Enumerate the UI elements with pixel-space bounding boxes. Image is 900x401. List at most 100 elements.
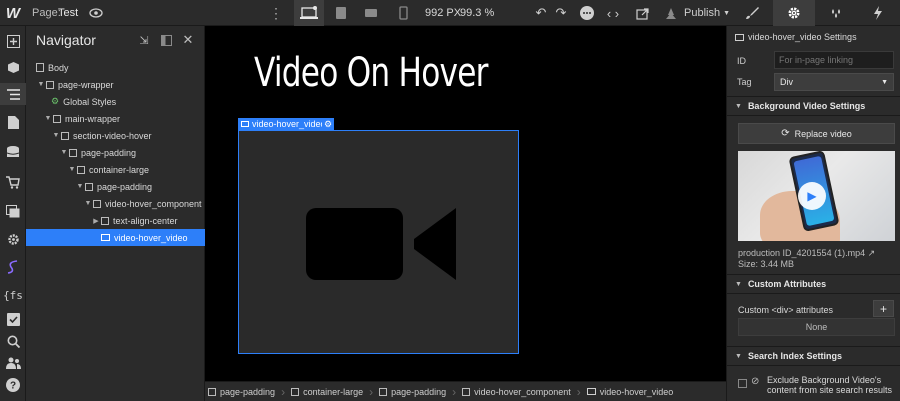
section-header-search-index[interactable]: ▼ Search Index Settings [727,346,900,366]
tree-item-section-video-hover[interactable]: ▼ section-video-hover [26,127,205,144]
global-styles-icon: ⚙ [51,96,60,106]
section-header-label: Custom Attributes [747,279,827,289]
breadcrumb-item[interactable]: video-hover_component [462,382,577,401]
tree-item-label: text-align-center [113,215,178,226]
background-video-icon [586,388,596,395]
background-video-icon [735,33,744,41]
custom-attributes-label: Custom <div> attributes [738,305,834,315]
add-attribute-button[interactable]: + [873,300,894,317]
caret-down-icon[interactable]: ▼ [83,200,93,207]
tree-item-global-styles[interactable]: ⚙ Global Styles [26,93,205,110]
tree-item-page-wrapper[interactable]: ▼ page-wrapper [26,76,205,93]
section-header-background-video[interactable]: ▼ Background Video Settings [727,96,900,116]
tree-item-page-padding[interactable]: ▼ page-padding [26,144,205,161]
breadcrumb-label: video-hover_component [474,386,571,397]
close-icon[interactable]: ✕ [180,32,196,48]
breadcrumb-separator-icon: › [369,384,374,399]
tree-item-label: video-hover_component [105,198,202,209]
breakpoint-landscape-icon[interactable] [356,0,386,26]
settings-gear-icon[interactable] [0,228,26,250]
caret-down-icon[interactable]: ▼ [36,81,46,88]
tag-select[interactable]: Div ▼ [774,73,894,91]
export-icon[interactable] [632,0,654,26]
code-icon[interactable]: ‹ › [602,0,624,26]
undo-icon[interactable]: ↶ [530,0,552,26]
chevron-down-icon: ▼ [723,9,731,17]
selected-element-tag[interactable]: video-hover_video [238,118,329,130]
help-icon[interactable]: ? [0,374,26,396]
search-icon[interactable] [0,330,26,352]
redo-icon[interactable]: ↷ [550,0,572,26]
settings-gear-icon[interactable] [773,0,815,26]
tree-item-label: Body [48,62,69,73]
dock-panel-icon[interactable] [158,32,174,48]
pages-icon[interactable] [0,111,26,133]
play-icon[interactable]: ▶ [798,182,826,210]
breakpoint-desktop-icon[interactable] [294,0,324,26]
settings-panel: video-hover_video Settings ID Tag Div ▼ … [726,26,900,401]
finsweet-fs-icon[interactable]: {fs [0,284,26,306]
caret-right-icon[interactable]: ▶ [91,217,101,225]
user-icon[interactable] [660,0,682,26]
preview-eye-icon[interactable] [88,0,104,26]
caret-down-icon[interactable]: ▼ [51,132,61,139]
lightning-icon[interactable] [857,0,899,26]
more-horizontal-icon[interactable] [576,0,598,26]
breakpoint-tablet-icon[interactable] [326,0,356,26]
tree-item-label: video-hover_video [114,232,188,243]
video-file-name[interactable]: production ID_4201554 (1).mp4 ↗ [738,248,875,259]
canvas-width-readout: 992 PX [425,7,462,19]
svg-text:?: ? [10,381,16,392]
breadcrumb-item-current[interactable]: video-hover_video [586,382,680,401]
style-brush-icon[interactable] [731,0,773,26]
breakpoint-portrait-icon[interactable] [388,0,418,26]
page-name[interactable]: Test [58,0,78,26]
element-settings-gear-icon[interactable]: ⚙ [322,118,334,130]
section-header-custom-attributes[interactable]: ▼ Custom Attributes [727,274,900,294]
caret-down-icon[interactable]: ▼ [43,115,53,122]
tree-item-body[interactable]: Body [26,59,205,76]
more-vertical-icon[interactable]: ⋮ [268,0,284,26]
interactions-drops-icon[interactable] [815,0,857,26]
navigator-icon[interactable] [0,83,26,105]
logic-flow-icon[interactable] [0,256,26,278]
replace-arrows-icon: ⟳ [781,128,790,139]
element-id-field[interactable] [774,51,894,69]
components-cube-icon[interactable] [0,56,26,78]
tag-select-value: Div [780,77,793,87]
tree-item-video-hover-video[interactable]: video-hover_video [26,229,205,246]
div-block-icon [379,387,388,396]
tree-item-main-wrapper[interactable]: ▼ main-wrapper [26,110,205,127]
collaborators-icon[interactable] [0,352,26,374]
replace-video-button[interactable]: ⟳ Replace video [738,123,895,144]
breadcrumb-item[interactable]: container-large [291,382,369,401]
assets-images-icon[interactable] [0,200,26,222]
caret-down-icon[interactable]: ▼ [75,183,85,190]
video-thumbnail[interactable]: ▶ [738,151,895,241]
publish-button[interactable]: Publish ▼ [684,0,730,26]
background-video-element[interactable] [238,130,519,354]
div-block-icon [208,387,216,396]
canvas-zoom-readout: 99.3 % [460,7,495,19]
tree-item-page-padding-inner[interactable]: ▼ page-padding [26,178,205,195]
design-canvas[interactable]: Video On Hover video-hover_video ⚙ [205,26,726,381]
page-heading[interactable]: Video On Hover [254,50,488,96]
div-block-icon [46,80,54,89]
webflow-logo[interactable]: W [0,0,26,26]
cms-database-icon[interactable] [0,141,26,163]
ecommerce-cart-icon[interactable] [0,171,26,193]
add-panel-icon[interactable] [0,30,26,52]
tree-item-text-align-center[interactable]: ▶ text-align-center [26,212,205,229]
breadcrumb-item[interactable]: page-padding [205,382,281,401]
exclude-search-checkbox[interactable] [738,379,747,388]
external-link-icon[interactable]: ↗ [868,248,876,258]
audit-check-icon[interactable] [0,308,26,330]
caret-down-icon[interactable]: ▼ [67,166,77,173]
tree-item-container-large[interactable]: ▼ container-large [26,161,205,178]
video-camera-icon [306,208,456,280]
selected-element-name: video-hover_video [252,119,326,129]
breadcrumb-item[interactable]: page-padding [379,382,452,401]
tree-item-video-hover-component[interactable]: ▼ video-hover_component [26,195,205,212]
collapse-all-icon[interactable]: ⇲ [136,32,152,48]
caret-down-icon[interactable]: ▼ [59,149,69,156]
